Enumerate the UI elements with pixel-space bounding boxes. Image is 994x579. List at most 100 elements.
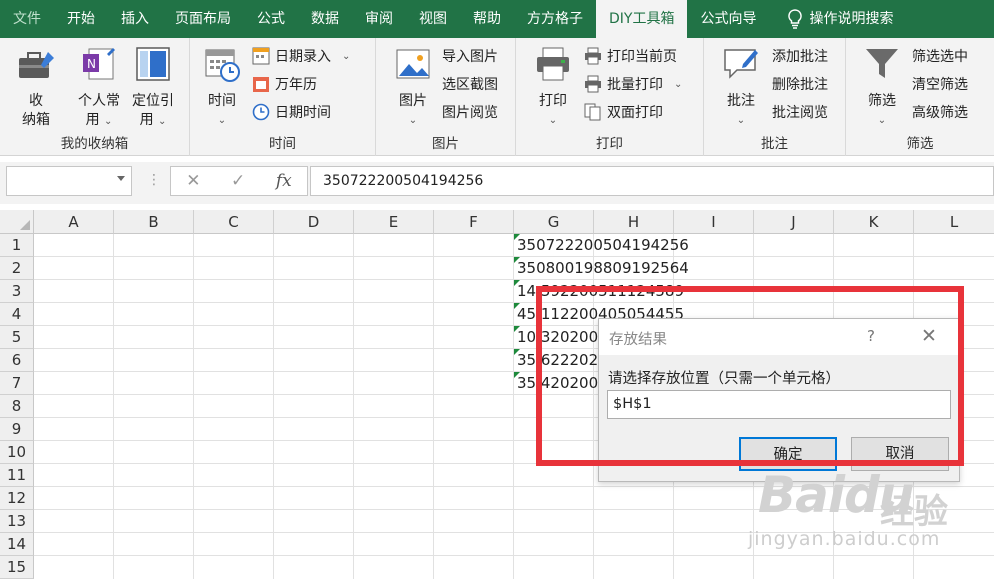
tab-formulas[interactable]: 公式 (244, 0, 298, 38)
formula-bar-grip-icon: ⋮ (147, 172, 161, 188)
range-screenshot-button[interactable]: 选区截图 (442, 72, 498, 96)
personal-favorites-label-2: 用 (85, 112, 100, 128)
cell-g1[interactable]: 350722200504194256 (514, 234, 714, 257)
row-header[interactable]: 7 (0, 372, 34, 395)
picture-label: 图片 (399, 93, 427, 109)
tab-home[interactable]: 开始 (54, 0, 108, 38)
tab-view[interactable]: 视图 (406, 0, 460, 38)
advanced-filter-button[interactable]: 高级筛选 (912, 100, 968, 124)
tab-file[interactable]: 文件 (0, 0, 54, 38)
clear-filter-button[interactable]: 清空筛选 (912, 72, 968, 96)
column-header[interactable]: F (434, 210, 514, 234)
date-time-button[interactable]: 日期时间 (252, 100, 331, 124)
grid-line (353, 234, 354, 579)
comment-icon (724, 49, 758, 79)
row-header[interactable]: 4 (0, 303, 34, 326)
perpetual-calendar-button[interactable]: 万年历 (252, 72, 317, 96)
column-header[interactable]: D (274, 210, 354, 234)
batch-print-button[interactable]: 批量打印 ⌄ (584, 72, 682, 96)
time-button[interactable]: 时间 ⌄ (200, 44, 244, 130)
print-button[interactable]: 打印 ⌄ (532, 44, 574, 130)
locate-reference-button[interactable]: 定位引 用 ⌄ (126, 44, 180, 131)
row-header[interactable]: 1 (0, 234, 34, 257)
printer-icon (537, 47, 569, 81)
tab-data[interactable]: 数据 (298, 0, 352, 38)
chevron-down-icon: ⌄ (158, 116, 167, 127)
personal-favorites-button[interactable]: N 个人常 用 ⌄ (72, 44, 126, 131)
comment-button[interactable]: 批注 ⌄ (718, 44, 764, 130)
filter-button[interactable]: 筛选 ⌄ (860, 44, 904, 130)
print-label: 打印 (539, 93, 567, 109)
column-header[interactable]: B (114, 210, 194, 234)
row-header[interactable]: 10 (0, 441, 34, 464)
column-header[interactable]: K (834, 210, 914, 234)
tell-me-label: 操作说明搜索 (809, 11, 894, 27)
insert-function-icon[interactable]: fx (276, 171, 292, 191)
cell-g2[interactable]: 350800198809192564 (514, 257, 714, 280)
tab-formula-wizard[interactable]: 公式向导 (687, 0, 769, 38)
filter-selected-label: 筛选选中 (912, 49, 968, 65)
column-header[interactable]: J (754, 210, 834, 234)
group-storage: 收 纳箱 N 个人常 用 ⌄ 定位引 用 ⌄ 我的收纳箱 (0, 38, 190, 156)
filter-selected-button[interactable]: 筛选选中 (912, 44, 968, 68)
column-header[interactable]: H (594, 210, 674, 234)
row-header[interactable]: 2 (0, 257, 34, 280)
row-header[interactable]: 5 (0, 326, 34, 349)
row-header[interactable]: 11 (0, 464, 34, 487)
delete-comment-label: 删除批注 (772, 77, 828, 93)
column-header[interactable]: L (914, 210, 994, 234)
column-header[interactable]: A (34, 210, 114, 234)
image-icon (396, 49, 430, 79)
row-header[interactable]: 6 (0, 349, 34, 372)
print-current-page-button[interactable]: 打印当前页 (584, 44, 677, 68)
filter-label: 筛选 (868, 93, 896, 109)
personal-favorites-label-1: 个人常 (78, 93, 120, 109)
picture-viewer-button[interactable]: 图片阅览 (442, 100, 498, 124)
svg-text:N: N (87, 57, 96, 71)
group-label-picture: 图片 (432, 136, 459, 152)
watermark-text: 经验 (880, 492, 948, 532)
storage-box-label-2: 纳箱 (22, 112, 50, 128)
row-header[interactable]: 13 (0, 510, 34, 533)
cancel-icon[interactable]: ✕ (186, 171, 200, 191)
tab-review[interactable]: 审阅 (352, 0, 406, 38)
text-number-indicator-icon (514, 326, 520, 332)
tab-help[interactable]: 帮助 (460, 0, 514, 38)
name-box-dropdown-icon[interactable] (117, 176, 125, 181)
add-comment-button[interactable]: 添加批注 (772, 44, 828, 68)
row-header[interactable]: 3 (0, 280, 34, 303)
tab-fangfang[interactable]: 方方格子 (514, 0, 596, 38)
row-header[interactable]: 15 (0, 556, 34, 579)
duplex-print-label: 双面打印 (607, 105, 663, 121)
duplex-print-button[interactable]: 双面打印 (584, 100, 663, 124)
calendar-icon (253, 77, 269, 92)
lightbulb-icon (788, 9, 803, 29)
funnel-icon (866, 49, 898, 78)
storage-box-button[interactable]: 收 纳箱 (10, 44, 62, 130)
column-header[interactable]: C (194, 210, 274, 234)
tab-insert[interactable]: 插入 (108, 0, 162, 38)
row-header[interactable]: 8 (0, 395, 34, 418)
select-all-corner[interactable] (0, 210, 34, 234)
formula-bar-buttons: ✕ ✓ fx (170, 166, 308, 196)
comment-viewer-button[interactable]: 批注阅览 (772, 100, 828, 124)
text-number-indicator-icon (514, 234, 520, 240)
tab-page-layout[interactable]: 页面布局 (162, 0, 244, 38)
date-entry-button[interactable]: 日期录入 ⌄ (252, 44, 350, 68)
enter-icon[interactable]: ✓ (231, 171, 245, 191)
column-header[interactable]: E (354, 210, 434, 234)
import-picture-button[interactable]: 导入图片 (442, 44, 498, 68)
tell-me-search[interactable]: 操作说明搜索 (769, 0, 906, 38)
formula-input[interactable]: 350722200504194256 (310, 166, 994, 196)
delete-comment-button[interactable]: 删除批注 (772, 72, 828, 96)
row-header[interactable]: 9 (0, 418, 34, 441)
row-header[interactable]: 14 (0, 533, 34, 556)
calendar-clock-icon (205, 49, 240, 82)
tab-diy-toolbox[interactable]: DIY工具箱 (596, 0, 688, 38)
column-header[interactable]: G (514, 210, 594, 234)
name-box[interactable] (6, 166, 132, 196)
picture-button[interactable]: 图片 ⌄ (390, 44, 436, 130)
perpetual-calendar-label: 万年历 (275, 77, 317, 93)
column-header[interactable]: I (674, 210, 754, 234)
row-header[interactable]: 12 (0, 487, 34, 510)
